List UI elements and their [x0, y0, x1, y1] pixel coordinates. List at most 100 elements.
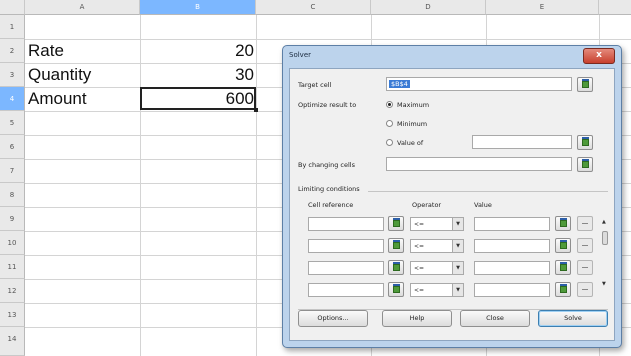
condition-cell-shrink-1[interactable] — [388, 216, 404, 231]
remove-condition-button-4[interactable] — [577, 282, 593, 297]
cell-b2[interactable]: 20 — [140, 41, 254, 61]
dropdown-arrow-icon: ▼ — [452, 218, 463, 230]
maximum-label: Maximum — [397, 101, 430, 109]
column-header-f[interactable] — [599, 0, 631, 15]
row-header-6[interactable]: 6 — [0, 135, 25, 159]
condition-operator-3[interactable]: <= ▼ — [410, 261, 464, 275]
operator-value: <= — [414, 265, 425, 272]
changing-cells-shrink-button[interactable] — [577, 157, 593, 172]
dialog-button-row: Options... Help Close Solve — [290, 310, 614, 332]
scroll-down-icon[interactable]: ▼ — [602, 281, 606, 287]
shrink-icon — [582, 79, 589, 88]
select-all-corner[interactable] — [0, 0, 25, 15]
condition-operator-1[interactable]: <= ▼ — [410, 217, 464, 231]
remove-condition-button-1[interactable] — [577, 216, 593, 231]
column-header-e[interactable]: E — [486, 0, 599, 15]
dialog-title: Solver — [289, 51, 311, 59]
remove-condition-button-3[interactable] — [577, 260, 593, 275]
row-header-10[interactable]: 10 — [0, 231, 25, 255]
close-button[interactable]: Close — [460, 310, 530, 327]
condition-value-2[interactable] — [474, 239, 550, 253]
solver-dialog: Solver x Target cell $B$4 Optimize resul… — [282, 45, 622, 348]
row-header-9[interactable]: 9 — [0, 207, 25, 231]
cell-b3[interactable]: 30 — [140, 65, 254, 85]
condition-cell-ref-1[interactable] — [308, 217, 384, 231]
remove-condition-button-2[interactable] — [577, 238, 593, 253]
condition-cell-shrink-2[interactable] — [388, 238, 404, 253]
row-header-7[interactable]: 7 — [0, 159, 25, 183]
minimum-radio[interactable] — [386, 120, 393, 127]
cell-reference-header: Cell reference — [308, 201, 354, 209]
shrink-icon — [393, 262, 400, 271]
row-header-2[interactable]: 2 — [0, 39, 25, 63]
row-header-4[interactable]: 4 — [0, 87, 25, 111]
column-header-a[interactable]: A — [25, 0, 140, 15]
value-of-shrink-button[interactable] — [577, 135, 593, 150]
dropdown-arrow-icon: ▼ — [452, 262, 463, 274]
dialog-body: Target cell $B$4 Optimize result to Maxi… — [289, 68, 615, 341]
operator-value: <= — [414, 287, 425, 294]
help-button[interactable]: Help — [382, 310, 452, 327]
shrink-icon — [582, 159, 589, 168]
condition-value-1[interactable] — [474, 217, 550, 231]
solve-button[interactable]: Solve — [538, 310, 608, 327]
condition-operator-2[interactable]: <= ▼ — [410, 239, 464, 253]
scroll-thumb[interactable] — [602, 231, 608, 245]
dialog-titlebar[interactable]: Solver x — [283, 46, 621, 66]
close-window-button[interactable]: x — [583, 48, 615, 64]
options-button[interactable]: Options... — [298, 310, 368, 327]
operator-header: Operator — [412, 201, 442, 209]
cell-a2[interactable]: Rate — [28, 41, 64, 61]
optimize-label: Optimize result to — [298, 101, 357, 109]
row-header-13[interactable]: 13 — [0, 303, 25, 327]
shrink-icon — [582, 137, 589, 146]
changing-cells-field[interactable] — [386, 157, 572, 171]
shrink-icon — [560, 240, 567, 249]
cell-cursor — [140, 87, 258, 112]
value-of-radio[interactable] — [386, 139, 393, 146]
grid-line — [25, 39, 631, 40]
condition-value-3[interactable] — [474, 261, 550, 275]
dropdown-arrow-icon: ▼ — [452, 240, 463, 252]
column-header-b[interactable]: B — [140, 0, 256, 15]
condition-value-shrink-4[interactable] — [555, 282, 571, 297]
target-cell-field[interactable]: $B$4 — [386, 77, 572, 91]
value-header: Value — [474, 201, 492, 209]
condition-cell-ref-2[interactable] — [308, 239, 384, 253]
column-header-d[interactable]: D — [371, 0, 486, 15]
cell-a4[interactable]: Amount — [28, 89, 87, 109]
condition-cell-ref-3[interactable] — [308, 261, 384, 275]
shrink-icon — [393, 284, 400, 293]
operator-value: <= — [414, 221, 425, 228]
condition-operator-4[interactable]: <= ▼ — [410, 283, 464, 297]
shrink-icon — [560, 262, 567, 271]
condition-value-shrink-2[interactable] — [555, 238, 571, 253]
changing-cells-label: By changing cells — [298, 161, 355, 169]
conditions-scrollbar[interactable]: ▲ ▼ — [602, 219, 608, 289]
condition-value-4[interactable] — [474, 283, 550, 297]
row-header-11[interactable]: 11 — [0, 255, 25, 279]
row-header-8[interactable]: 8 — [0, 183, 25, 207]
condition-cell-shrink-3[interactable] — [388, 260, 404, 275]
row-header-5[interactable]: 5 — [0, 111, 25, 135]
cell-a3[interactable]: Quantity — [28, 65, 91, 85]
row-header-14[interactable]: 14 — [0, 327, 25, 356]
target-cell-value: $B$4 — [389, 80, 410, 88]
row-header-3[interactable]: 3 — [0, 63, 25, 87]
value-of-field[interactable] — [472, 135, 572, 149]
grid-line — [256, 15, 257, 356]
column-header-c[interactable]: C — [256, 0, 371, 15]
condition-cell-ref-4[interactable] — [308, 283, 384, 297]
maximum-radio[interactable] — [386, 101, 393, 108]
shrink-icon — [560, 284, 567, 293]
target-cell-shrink-button[interactable] — [577, 77, 593, 92]
row-header-1[interactable]: 1 — [0, 15, 25, 39]
condition-cell-shrink-4[interactable] — [388, 282, 404, 297]
shrink-icon — [393, 240, 400, 249]
row-header-12[interactable]: 12 — [0, 279, 25, 303]
scroll-up-icon[interactable]: ▲ — [602, 219, 606, 225]
condition-value-shrink-3[interactable] — [555, 260, 571, 275]
condition-value-shrink-1[interactable] — [555, 216, 571, 231]
dropdown-arrow-icon: ▼ — [452, 284, 463, 296]
shrink-icon — [560, 218, 567, 227]
